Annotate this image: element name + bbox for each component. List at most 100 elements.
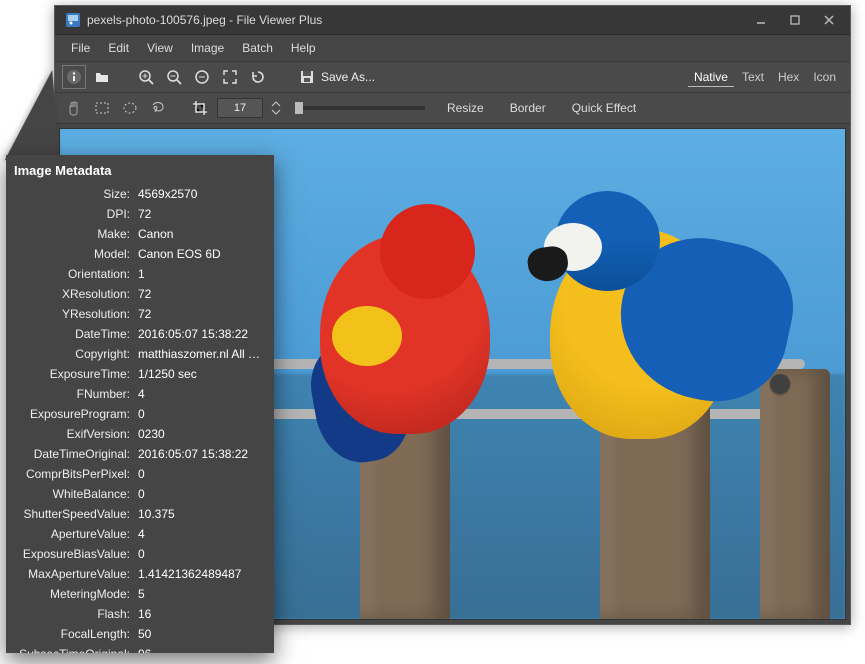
metadata-row: FNumber:4 [12,384,268,404]
zoom-stepper[interactable] [269,97,283,119]
metadata-value: 1.41421362489487 [134,564,268,584]
metadata-value: Canon [134,224,268,244]
title-bar: pexels-photo-100576.jpeg - File Viewer P… [55,6,850,35]
zoom-slider[interactable] [295,106,425,110]
metadata-key: ExifVersion: [12,424,134,444]
metadata-key: Copyright: [12,344,134,364]
metadata-value: 72 [134,204,268,224]
metadata-key: DateTime: [12,324,134,344]
viewmode-text[interactable]: Text [736,68,770,87]
metadata-row: Flash:16 [12,604,268,624]
metadata-row: ApertureValue:4 [12,524,268,544]
quickeffect-button[interactable]: Quick Effect [562,101,646,115]
metadata-value: 0230 [134,424,268,444]
menu-edit[interactable]: Edit [100,38,137,58]
metadata-key: DPI: [12,204,134,224]
metadata-heading: Image Metadata [14,163,268,178]
metadata-value: 72 [134,304,268,324]
metadata-key: MaxApertureValue: [12,564,134,584]
metadata-value: 0 [134,484,268,504]
menu-batch[interactable]: Batch [234,38,281,58]
image-content [320,224,500,444]
metadata-row: WhiteBalance:0 [12,484,268,504]
metadata-key: ExposureTime: [12,364,134,384]
zoom-in-button[interactable] [135,66,157,88]
lasso-button[interactable] [147,97,169,119]
metadata-key: ComprBitsPerPixel: [12,464,134,484]
metadata-value: Canon EOS 6D [134,244,268,264]
metadata-row: SubsecTimeOriginal:96 [12,644,268,653]
fullscreen-button[interactable] [219,66,241,88]
resize-button[interactable]: Resize [437,101,494,115]
metadata-key: Orientation: [12,264,134,284]
metadata-value: 1 [134,264,268,284]
metadata-key: WhiteBalance: [12,484,134,504]
metadata-key: FocalLength: [12,624,134,644]
metadata-value: 2016:05:07 15:38:22 [134,324,268,344]
metadata-row: ExposureTime:1/1250 sec [12,364,268,384]
viewmode-native[interactable]: Native [688,68,734,87]
metadata-panel: Image Metadata Size:4569x2570DPI:72Make:… [6,155,274,653]
metadata-value: 0 [134,404,268,424]
metadata-value: 5 [134,584,268,604]
menu-help[interactable]: Help [283,38,324,58]
metadata-row: Orientation:1 [12,264,268,284]
minimize-button[interactable] [744,10,778,30]
menu-bar: File Edit View Image Batch Help [55,35,850,62]
app-icon [65,12,81,28]
metadata-row: Make:Canon [12,224,268,244]
zoom-out-button[interactable] [163,66,185,88]
metadata-value: 0 [134,544,268,564]
metadata-value: 4 [134,524,268,544]
metadata-row: MeteringMode:5 [12,584,268,604]
metadata-row: ComprBitsPerPixel:0 [12,464,268,484]
crop-button[interactable] [189,97,211,119]
metadata-key: FNumber: [12,384,134,404]
zoom-reset-button[interactable] [191,66,213,88]
metadata-row: YResolution:72 [12,304,268,324]
zoom-input[interactable] [217,98,263,118]
image-content [530,199,750,449]
border-button[interactable]: Border [500,101,556,115]
metadata-row: ShutterSpeedValue:10.375 [12,504,268,524]
close-button[interactable] [812,10,846,30]
metadata-key: SubsecTimeOriginal: [12,644,134,653]
window-title: pexels-photo-100576.jpeg - File Viewer P… [87,13,744,27]
title-filename: pexels-photo-100576.jpeg [87,13,226,27]
metadata-row: Copyright:matthiaszomer.nl All Rights Re… [12,344,268,364]
metadata-key: ExposureBiasValue: [12,544,134,564]
metadata-value: 96 [134,644,268,653]
metadata-value: 4569x2570 [134,184,268,204]
toolbar-image: Resize Border Quick Effect [55,93,850,124]
viewmode-icon[interactable]: Icon [807,68,842,87]
metadata-value: 10.375 [134,504,268,524]
metadata-key: ShutterSpeedValue: [12,504,134,524]
save-as-label: Save As... [321,70,375,84]
save-icon [299,69,315,85]
metadata-row: DateTimeOriginal:2016:05:07 15:38:22 [12,444,268,464]
menu-image[interactable]: Image [183,38,232,58]
select-ellipse-button[interactable] [119,97,141,119]
metadata-key: XResolution: [12,284,134,304]
metadata-value: 72 [134,284,268,304]
metadata-rows: Size:4569x2570DPI:72Make:CanonModel:Cano… [12,184,268,653]
metadata-value: 50 [134,624,268,644]
metadata-key: MeteringMode: [12,584,134,604]
toolbar-main: Save As... Native Text Hex Icon [55,62,850,93]
maximize-button[interactable] [778,10,812,30]
select-rect-button[interactable] [91,97,113,119]
menu-file[interactable]: File [63,38,98,58]
open-button[interactable] [91,66,113,88]
zoom-slider-thumb[interactable] [295,102,303,114]
metadata-key: Make: [12,224,134,244]
metadata-row: ExposureProgram:0 [12,404,268,424]
save-as-button[interactable]: Save As... [291,66,383,88]
menu-view[interactable]: View [139,38,181,58]
metadata-row: Size:4569x2570 [12,184,268,204]
metadata-value: 4 [134,384,268,404]
metadata-key: ApertureValue: [12,524,134,544]
metadata-row: DateTime:2016:05:07 15:38:22 [12,324,268,344]
viewmode-hex[interactable]: Hex [772,68,805,87]
rotate-button[interactable] [247,66,269,88]
metadata-value: 16 [134,604,268,624]
